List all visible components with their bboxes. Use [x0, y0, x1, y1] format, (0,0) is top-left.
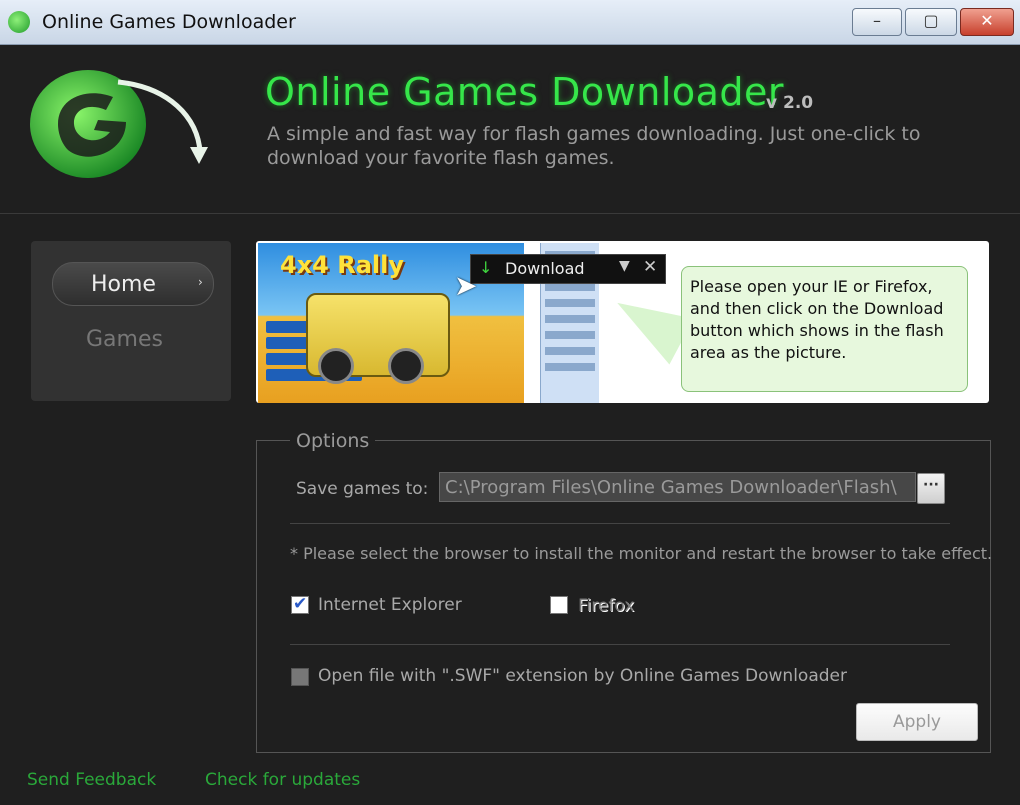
divider: [290, 644, 950, 645]
internet-explorer-label: Internet Explorer: [318, 595, 462, 615]
swf-association-label: Open file with ".SWF" extension by Onlin…: [318, 666, 847, 686]
firefox-checkbox[interactable]: [550, 596, 568, 614]
game-title: 4x4 Rally: [280, 251, 405, 279]
close-icon: ✕: [980, 11, 994, 30]
close-button[interactable]: ✕: [960, 8, 1014, 36]
wheel-image: [318, 348, 354, 384]
instruction-banner: 4x4 Rally ↓ Download ▼ ✕ ➤ Please open y…: [256, 241, 989, 403]
divider: [290, 523, 950, 524]
firefox-label: Firefox: [578, 596, 635, 616]
check-updates-link[interactable]: Check for updates: [205, 770, 360, 790]
apply-button[interactable]: Apply: [856, 703, 978, 741]
swf-association-checkbox[interactable]: [291, 668, 309, 686]
maximize-button[interactable]: ▢: [905, 8, 957, 36]
tagline: A simple and fast way for flash games do…: [267, 123, 921, 169]
chevron-right-icon: ›: [198, 275, 203, 289]
wheel-image: [388, 348, 424, 384]
send-feedback-link[interactable]: Send Feedback: [27, 770, 156, 790]
window-title: Online Games Downloader: [42, 11, 296, 33]
options-legend: Options: [290, 430, 376, 452]
g-arrow-logo-icon: [30, 70, 208, 178]
minimize-icon: –: [873, 11, 881, 30]
save-path-input[interactable]: [439, 472, 916, 502]
browser-note: * Please select the browser to install t…: [290, 544, 993, 563]
internet-explorer-checkbox[interactable]: [291, 594, 309, 614]
instruction-tooltip: Please open your IE or Firefox, and then…: [681, 266, 968, 392]
browse-button[interactable]: ···: [917, 473, 945, 504]
title-bar: Online Games Downloader – ▢ ✕: [0, 0, 1020, 45]
download-toolbar: ↓ Download ▼ ✕: [470, 254, 666, 284]
mouse-cursor-icon: ➤: [454, 269, 478, 302]
app-name: Online Games Downloader: [265, 70, 785, 114]
app-icon: [8, 11, 30, 33]
sidebar-item-label: Home: [91, 272, 156, 297]
close-icon: ✕: [643, 257, 658, 277]
sidebar-item-games[interactable]: Games: [86, 327, 163, 352]
apply-button-label: Apply: [893, 712, 941, 732]
ellipsis-icon: ···: [923, 477, 939, 493]
header-divider: [0, 213, 1020, 214]
minimize-button[interactable]: –: [852, 8, 902, 36]
download-arrow-icon: ↓: [479, 258, 493, 277]
chevron-down-icon: ▼: [619, 258, 630, 274]
download-label: Download: [505, 259, 585, 278]
sidebar-item-home[interactable]: Home ›: [52, 262, 214, 306]
sidebar: Home › Games: [31, 241, 231, 401]
maximize-icon: ▢: [923, 11, 939, 30]
save-path-label: Save games to:: [296, 479, 429, 499]
tooltip-text: Please open your IE or Firefox, and then…: [690, 277, 944, 362]
version-label: v 2.0: [766, 93, 814, 113]
